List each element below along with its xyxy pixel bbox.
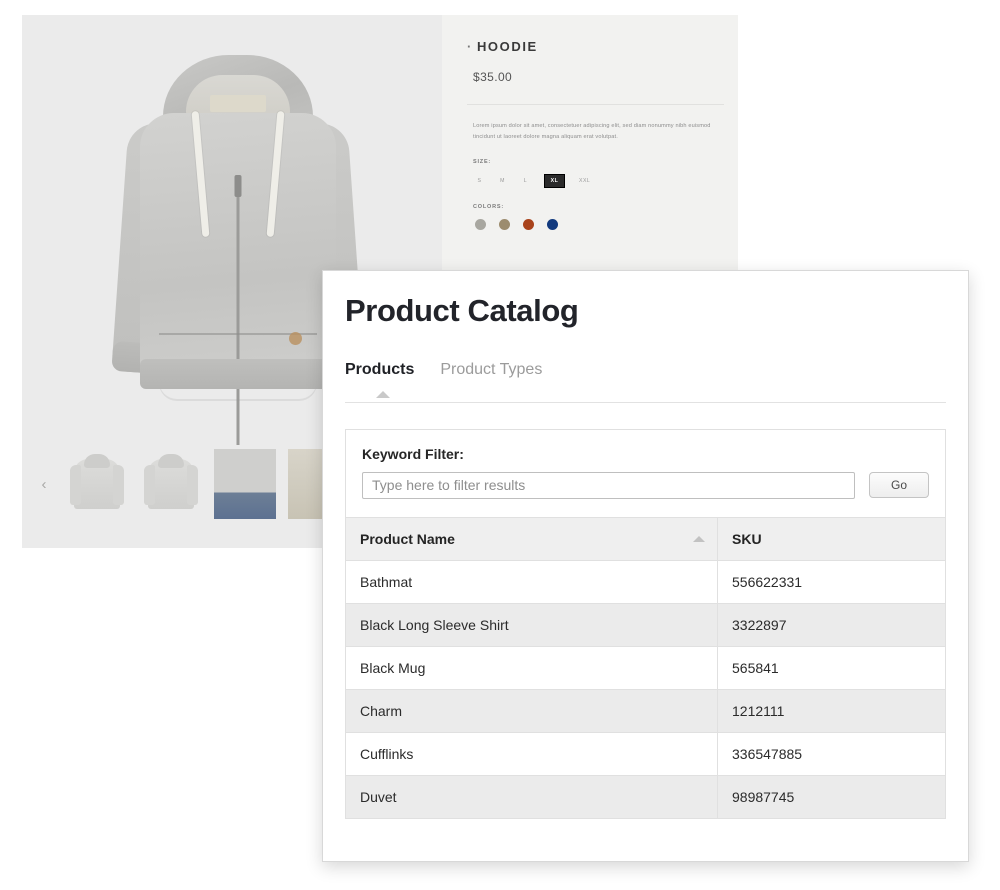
table-row[interactable]: Black Long Sleeve Shirt 3322897: [345, 602, 946, 647]
size-option-s[interactable]: S: [475, 178, 484, 184]
keyword-filter-panel: Keyword Filter: Go: [345, 428, 946, 517]
table-row[interactable]: Cufflinks 336547885: [345, 731, 946, 776]
tab-divider: [345, 401, 946, 403]
size-options: S M L XL XXL: [475, 173, 724, 188]
hoodie-brand-badge: [289, 332, 302, 345]
cell-sku: 1212111: [717, 688, 946, 733]
thumbnail-item[interactable]: [66, 449, 128, 519]
thumbnail-sleeve-left: [70, 465, 81, 505]
thumbnail-sleeve-right: [187, 465, 198, 505]
size-option-xl-selected[interactable]: XL: [544, 173, 565, 188]
hoodie-hem: [140, 359, 336, 389]
size-label: SIZE:: [473, 158, 492, 165]
hoodie-zipper: [236, 175, 240, 445]
active-tab-caret-icon: [376, 390, 390, 398]
cell-sku: 565841: [717, 645, 946, 690]
cell-sku: 556622331: [717, 559, 946, 604]
table-row[interactable]: Black Mug 565841: [345, 645, 946, 690]
cell-product-name: Bathmat: [345, 559, 718, 604]
cell-product-name: Duvet: [345, 774, 718, 819]
column-header-product-name[interactable]: Product Name: [345, 516, 718, 561]
hoodie-body: [140, 113, 336, 445]
thumbnail-sleeve-left: [144, 465, 155, 505]
go-button[interactable]: Go: [869, 472, 929, 499]
table-header-row: Product Name SKU: [345, 516, 946, 561]
thumbnail-prev-arrow[interactable]: ‹: [22, 477, 66, 492]
thumbnail-item[interactable]: [140, 449, 202, 519]
thumbnail-hood: [158, 454, 184, 468]
table-row[interactable]: Charm 1212111: [345, 688, 946, 733]
colors-label: COLORS:: [473, 203, 504, 210]
color-swatches: [475, 218, 724, 230]
product-catalog-dialog: Product Catalog Products Product Types K…: [322, 270, 969, 862]
size-option-m[interactable]: M: [498, 178, 507, 184]
screenshot-root: ‹ · HOODIE $35.00 Lorem ipsum dolor sit …: [0, 0, 1000, 890]
cell-product-name: Cufflinks: [345, 731, 718, 776]
tab-product-types[interactable]: Product Types: [440, 361, 542, 379]
product-price: $35.00: [473, 70, 513, 84]
cell-sku: 3322897: [717, 602, 946, 647]
size-option-l[interactable]: L: [521, 178, 530, 184]
cell-product-name: Black Long Sleeve Shirt: [345, 602, 718, 647]
page-title: Product Catalog: [345, 293, 579, 328]
hoodie-zipper-pull: [234, 175, 242, 197]
keyword-filter-row: Go: [362, 471, 929, 499]
search-input[interactable]: [362, 471, 855, 499]
sort-ascending-icon: [693, 535, 705, 542]
color-swatch-rust[interactable]: [523, 218, 534, 230]
product-divider: [467, 104, 724, 105]
color-swatch-gray[interactable]: [475, 218, 486, 230]
column-header-sku[interactable]: SKU: [717, 516, 946, 561]
table-row[interactable]: Duvet 98987745: [345, 774, 946, 819]
thumbnail-hoodie-front: [70, 454, 124, 509]
table-row[interactable]: Bathmat 556622331: [345, 559, 946, 604]
size-option-xxl[interactable]: XXL: [579, 178, 590, 184]
tab-bar: Products Product Types: [345, 361, 946, 398]
keyword-filter-label: Keyword Filter:: [362, 445, 464, 462]
thumbnail-item[interactable]: [214, 449, 276, 519]
cell-sku: 336547885: [717, 731, 946, 776]
product-title: HOODIE: [467, 39, 724, 54]
thumbnail-hood: [84, 454, 110, 468]
hoodie-neck-label: [210, 95, 266, 112]
cell-sku: 98987745: [717, 774, 946, 819]
tab-products[interactable]: Products: [345, 361, 414, 379]
thumbnail-hoodie-back: [144, 454, 198, 509]
product-table: Product Name SKU Bathmat 556622331 Black…: [345, 516, 946, 819]
column-header-product-name-label: Product Name: [360, 530, 455, 547]
column-header-sku-label: SKU: [732, 530, 762, 547]
cell-product-name: Black Mug: [345, 645, 718, 690]
color-swatch-navy[interactable]: [547, 218, 558, 230]
product-description: Lorem ipsum dolor sit amet, consectetuer…: [473, 123, 711, 140]
color-swatch-khaki[interactable]: [499, 218, 510, 230]
thumbnail-sleeve-right: [113, 465, 124, 505]
cell-product-name: Charm: [345, 688, 718, 733]
